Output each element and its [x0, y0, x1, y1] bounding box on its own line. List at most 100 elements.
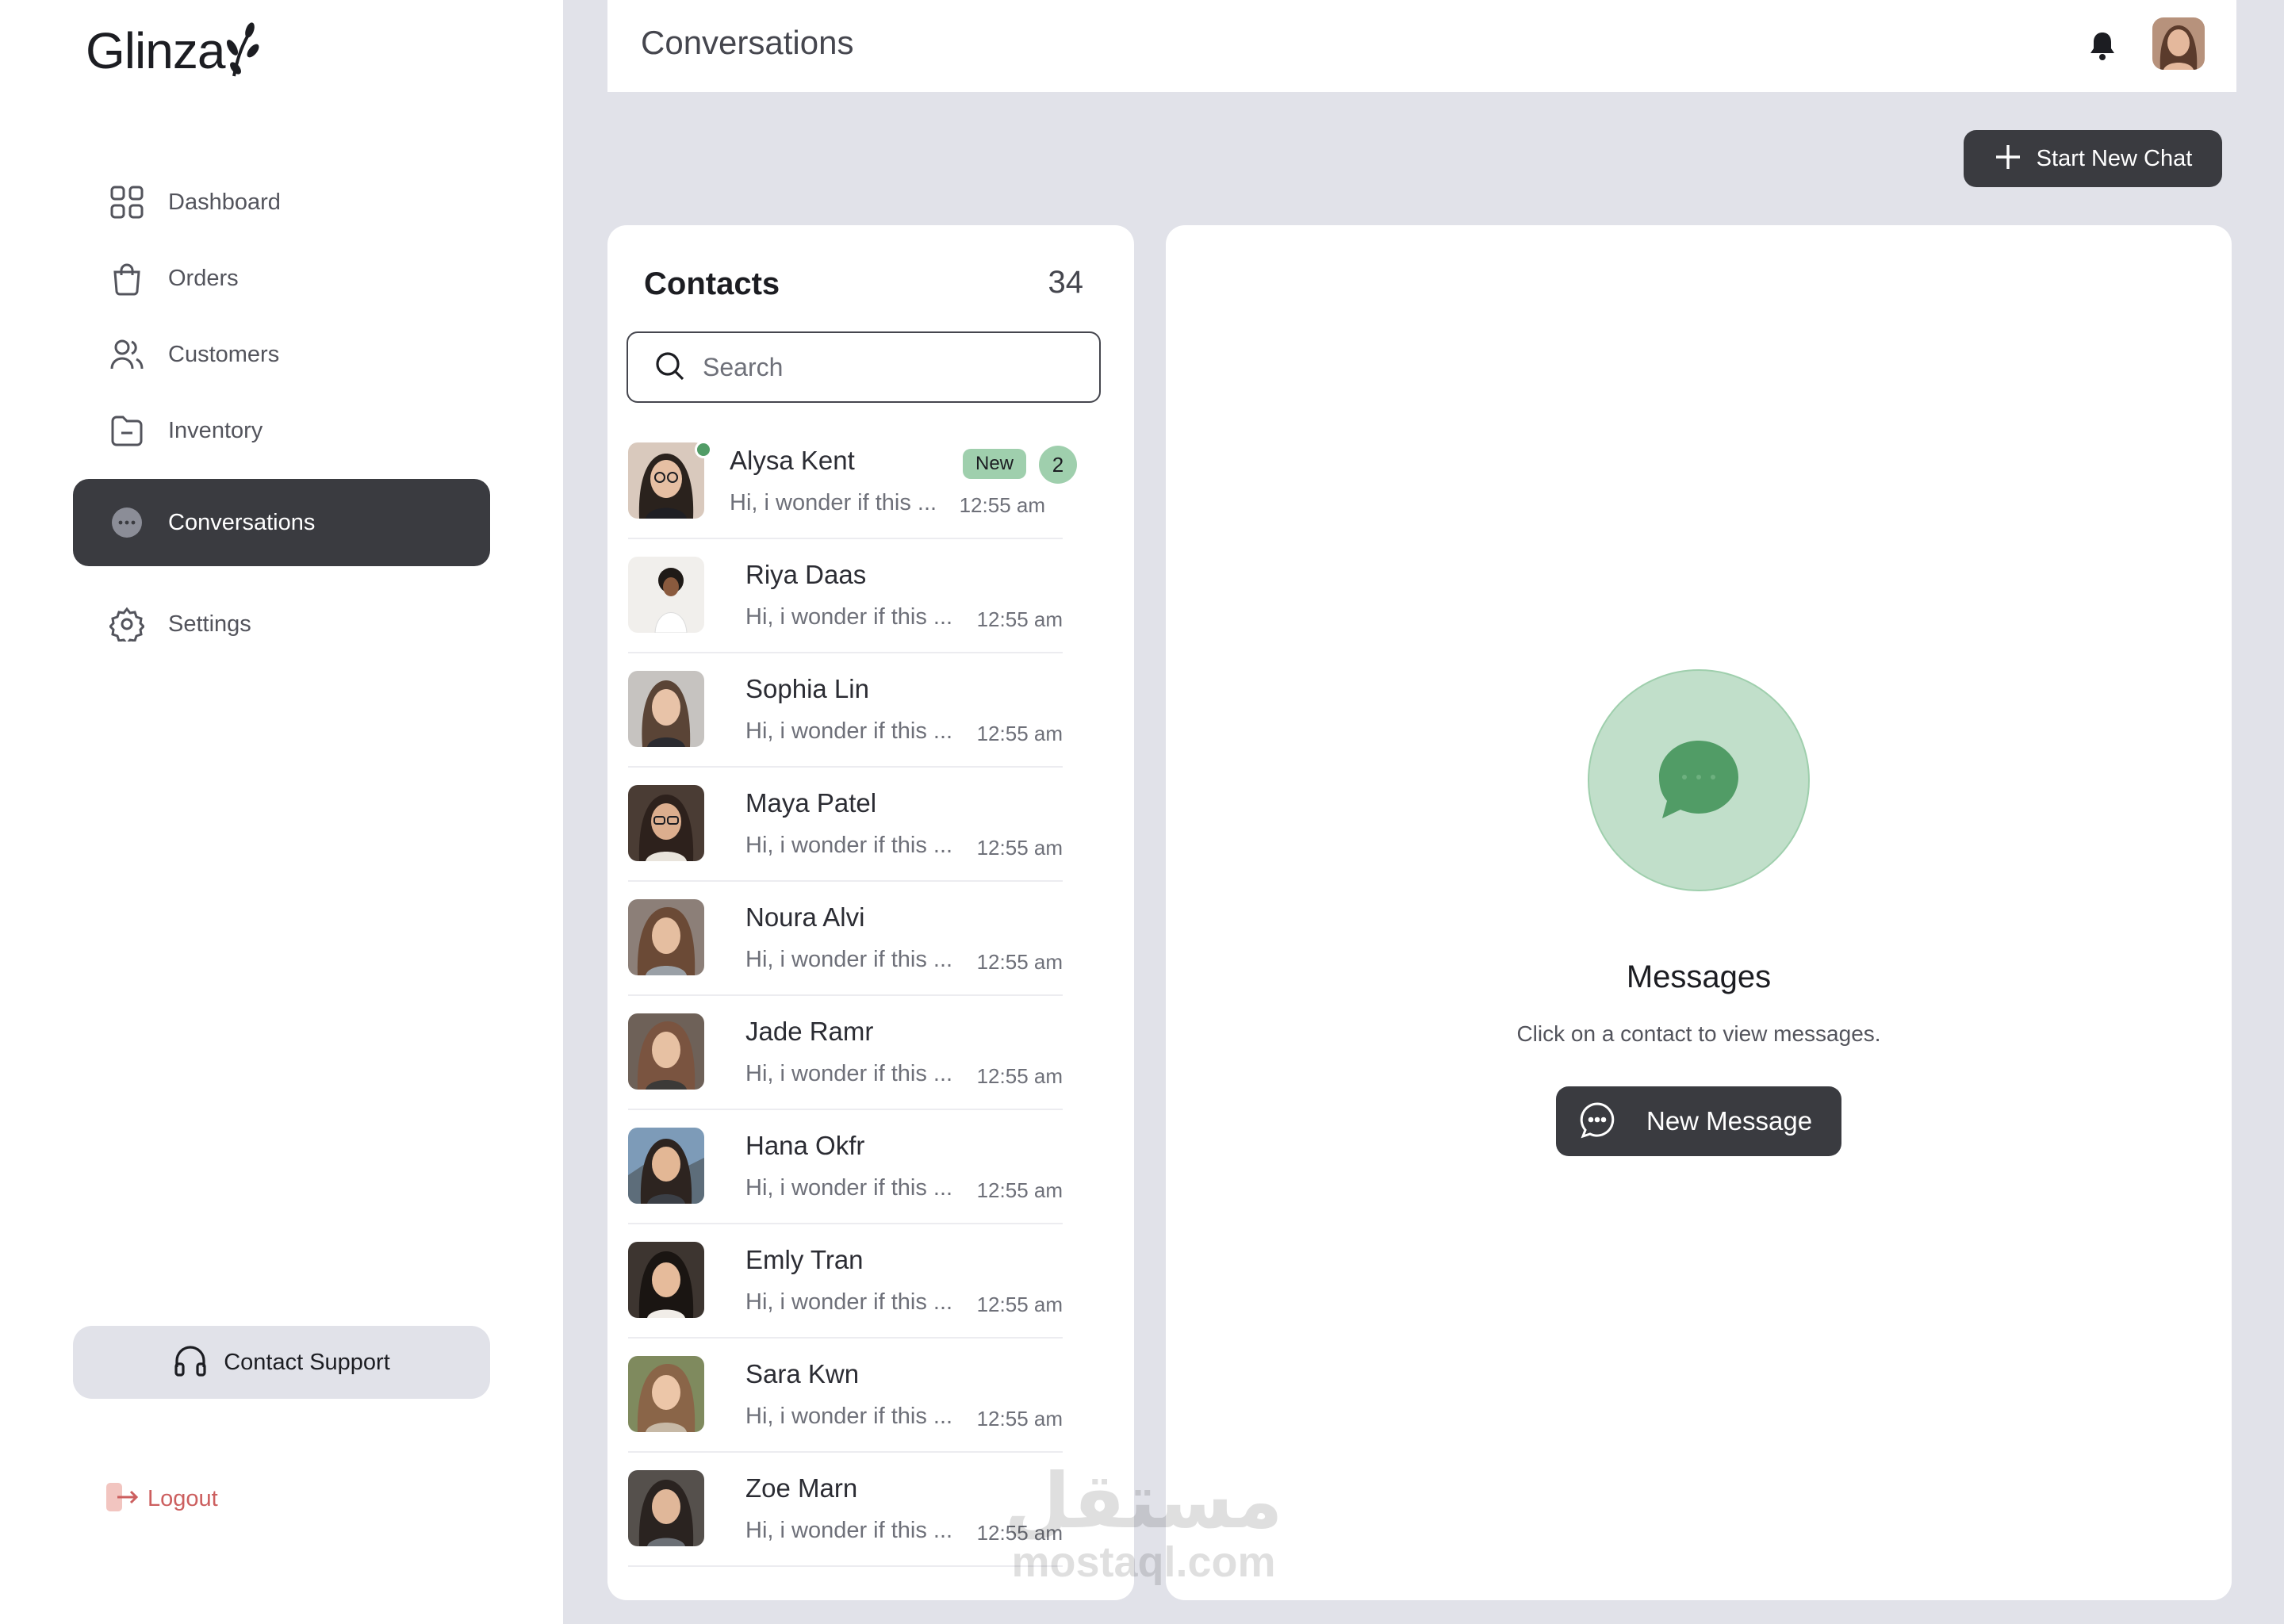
message-preview: Hi, i wonder if this ...: [745, 1518, 953, 1543]
message-time: 12:55 am: [976, 836, 1063, 860]
message-preview: Hi, i wonder if this ...: [745, 1175, 953, 1201]
leaf-logo-icon: [227, 22, 259, 77]
message-time: 12:55 am: [976, 950, 1063, 974]
contact-name: Maya Patel: [745, 788, 877, 818]
contact-avatar: [628, 1013, 704, 1090]
page-title: Conversations: [641, 24, 854, 61]
new-badge: New: [963, 449, 1026, 479]
contact-row[interactable]: Maya Patel Hi, i wonder if this ... 12:5…: [628, 768, 1063, 882]
unread-count-badge: 2: [1039, 446, 1077, 484]
contact-avatar: [628, 671, 704, 747]
contact-row[interactable]: Sara Kwn Hi, i wonder if this ... 12:55 …: [628, 1339, 1063, 1453]
plus-icon: [1994, 143, 2022, 175]
message-time: 12:55 am: [976, 1293, 1063, 1316]
start-new-chat-label: Start New Chat: [2036, 145, 2193, 171]
message-preview: Hi, i wonder if this ...: [745, 604, 953, 630]
sidebar-item-conversations[interactable]: Conversations: [73, 479, 490, 566]
message-time: 12:55 am: [976, 1178, 1063, 1202]
sidebar-item-label: Customers: [168, 341, 280, 367]
contact-row[interactable]: Noura Alvi Hi, i wonder if this ... 12:5…: [628, 882, 1063, 996]
contact-name: Sophia Lin: [745, 674, 869, 703]
bag-icon: [103, 255, 151, 302]
messages-panel: Messages Click on a contact to view mess…: [1166, 225, 2232, 1600]
contact-name: Jade Ramr: [745, 1017, 874, 1046]
message-preview: Hi, i wonder if this ...: [745, 833, 953, 858]
user-avatar[interactable]: [2152, 17, 2205, 70]
message-time: 12:55 am: [976, 1521, 1063, 1545]
start-new-chat-button[interactable]: Start New Chat: [1964, 130, 2222, 187]
logout-button[interactable]: Logout: [105, 1480, 218, 1518]
contact-row[interactable]: Hana Okfr Hi, i wonder if this ... 12:55…: [628, 1110, 1063, 1224]
messages-title: Messages: [1626, 959, 1772, 994]
message-preview: Hi, i wonder if this ...: [745, 947, 953, 972]
contact-name: Sara Kwn: [745, 1359, 860, 1388]
messages-subtitle: Click on a contact to view messages.: [1516, 1021, 1881, 1046]
contact-name: Hana Okfr: [745, 1131, 865, 1160]
logout-label: Logout: [148, 1485, 218, 1511]
new-message-button[interactable]: New Message: [1556, 1086, 1841, 1156]
contact-avatar: [628, 1470, 704, 1546]
sidebar-item-label: Conversations: [168, 509, 316, 535]
contact-name: Noura Alvi: [745, 902, 865, 932]
sidebar: Glinza Dashboard Orders Customers Invent…: [0, 0, 563, 1624]
contact-name: Emly Tran: [745, 1245, 864, 1274]
search-input[interactable]: [703, 352, 1067, 382]
contact-avatar: [628, 1128, 704, 1204]
contacts-count: 34: [1048, 265, 1084, 300]
users-icon: [103, 331, 151, 378]
notification-bell-icon[interactable]: [2089, 30, 2116, 66]
folder-icon: [103, 407, 151, 454]
search-box[interactable]: [627, 331, 1101, 403]
messages-illustration: [1588, 669, 1810, 891]
sidebar-item-customers[interactable]: Customers: [73, 311, 490, 398]
contact-row[interactable]: Jade Ramr Hi, i wonder if this ... 12:55…: [628, 996, 1063, 1110]
message-time: 12:55 am: [976, 607, 1063, 631]
sidebar-item-dashboard[interactable]: Dashboard: [73, 159, 490, 246]
chat-icon: [103, 499, 151, 546]
message-preview: Hi, i wonder if this ...: [745, 1061, 953, 1086]
contact-support-button[interactable]: Contact Support: [73, 1326, 490, 1399]
new-message-label: New Message: [1646, 1106, 1813, 1136]
contact-row[interactable]: Alysa Kent New 2 Hi, i wonder if this ..…: [628, 425, 1077, 539]
contact-name: Riya Daas: [745, 560, 867, 589]
message-preview: Hi, i wonder if this ...: [745, 718, 953, 744]
contact-avatar: [628, 1242, 704, 1318]
message-preview: Hi, i wonder if this ...: [745, 1289, 953, 1315]
contact-avatar: [628, 785, 704, 861]
brand-logo[interactable]: Glinza: [86, 19, 261, 82]
contact-support-label: Contact Support: [224, 1349, 390, 1375]
contact-row[interactable]: Sophia Lin Hi, i wonder if this ... 12:5…: [628, 653, 1063, 768]
sidebar-item-inventory[interactable]: Inventory: [73, 387, 490, 474]
chat-bubble-icon: [1659, 741, 1738, 818]
message-time: 12:55 am: [976, 1064, 1063, 1088]
contact-row[interactable]: Riya Daas Hi, i wonder if this ... 12:55…: [628, 539, 1063, 653]
headphones-icon: [173, 1343, 208, 1382]
dashboard-icon: [103, 178, 151, 226]
contacts-title: Contacts: [644, 266, 780, 301]
logout-icon: [105, 1480, 141, 1519]
contact-avatar: [628, 899, 704, 975]
sidebar-item-orders[interactable]: Orders: [73, 235, 490, 322]
top-header: Conversations: [607, 0, 2236, 92]
contacts-panel: Contacts 34 Alysa Kent New 2 Hi, i wonde…: [607, 225, 1134, 1600]
sidebar-item-label: Dashboard: [168, 189, 281, 215]
contact-name: Zoe Marn: [745, 1473, 858, 1503]
contact-avatar: [628, 557, 704, 633]
search-icon: [653, 350, 685, 385]
message-preview: Hi, i wonder if this ...: [730, 490, 937, 515]
sidebar-item-label: Orders: [168, 265, 239, 291]
contact-row[interactable]: Emly Tran Hi, i wonder if this ... 12:55…: [628, 1224, 1063, 1339]
brand-name: Glinza: [86, 22, 225, 79]
contact-row[interactable]: Zoe Marn Hi, i wonder if this ... 12:55 …: [628, 1453, 1063, 1567]
online-indicator: [695, 441, 712, 458]
sidebar-item-label: Settings: [168, 611, 251, 637]
contact-avatar: [628, 1356, 704, 1432]
message-time: 12:55 am: [976, 722, 1063, 745]
contact-avatar: [628, 442, 704, 519]
sidebar-item-settings[interactable]: Settings: [73, 580, 490, 668]
gear-icon: [103, 600, 151, 648]
message-time: 12:55 am: [959, 493, 1045, 517]
message-preview: Hi, i wonder if this ...: [745, 1404, 953, 1429]
chat-icon: [1578, 1101, 1616, 1143]
contact-name: Alysa Kent: [730, 446, 855, 475]
